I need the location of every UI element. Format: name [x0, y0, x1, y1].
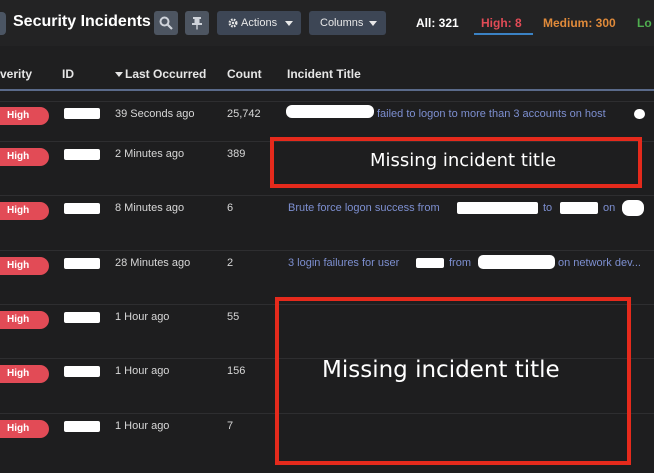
count-cell: 7 — [227, 420, 234, 432]
gear-icon — [228, 18, 238, 28]
columns-dropdown[interactable]: Columns — [309, 11, 386, 35]
incident-title-link[interactable]: to — [543, 202, 552, 214]
redacted-id — [64, 421, 100, 432]
annotation-text: Missing incident title — [370, 150, 557, 171]
redacted-id — [64, 149, 100, 160]
severity-badge: High — [0, 420, 49, 438]
column-header-count[interactable]: Count — [227, 67, 262, 81]
count-cell: 6 — [227, 202, 234, 214]
redacted-text — [457, 202, 538, 214]
last-occurred-cell: 1 Hour ago — [115, 420, 170, 432]
row-divider — [0, 195, 654, 196]
column-header-label: Last Occurred — [125, 67, 207, 81]
row-divider — [0, 250, 654, 251]
page-title: Security Incidents — [13, 13, 151, 30]
incident-title-link[interactable]: failed to logon to more than 3 accounts … — [377, 108, 606, 120]
column-header-last-occurred[interactable]: Last Occurred — [115, 67, 206, 81]
redacted-text — [560, 202, 598, 214]
annotation-text: Missing incident title — [322, 357, 560, 383]
count-cell: 156 — [227, 365, 246, 377]
last-occurred-cell: 39 Seconds ago — [115, 108, 195, 120]
filter-medium[interactable]: Medium: 300 — [543, 16, 616, 30]
count-cell: 55 — [227, 311, 240, 323]
chevron-down-icon — [285, 21, 293, 26]
incident-title-link[interactable]: on — [603, 202, 615, 214]
redacted-id — [64, 312, 100, 323]
severity-badge: High — [0, 202, 49, 220]
severity-badge: High — [0, 257, 49, 275]
redacted-text — [416, 258, 444, 268]
chevron-down-icon — [369, 21, 377, 26]
last-occurred-cell: 8 Minutes ago — [115, 202, 185, 214]
count-cell: 2 — [227, 257, 234, 269]
redacted-id — [64, 203, 100, 214]
last-occurred-cell: 1 Hour ago — [115, 365, 170, 377]
column-header-severity[interactable]: verity — [0, 67, 32, 81]
actions-dropdown[interactable]: Actions — [217, 11, 301, 35]
incident-title-link[interactable]: Brute force logon success from — [288, 202, 440, 214]
redacted-id — [64, 258, 100, 269]
search-button[interactable] — [154, 11, 178, 35]
severity-badge: High — [0, 365, 49, 383]
redacted-id — [64, 108, 100, 119]
header-divider — [0, 89, 654, 91]
severity-badge: High — [0, 311, 49, 329]
incident-title-link[interactable]: on network dev... — [558, 257, 641, 269]
filter-all[interactable]: All: 321 — [416, 16, 459, 30]
redacted-text — [634, 109, 645, 119]
redacted-text — [478, 255, 555, 269]
pin-icon — [192, 17, 202, 30]
last-occurred-cell: 28 Minutes ago — [115, 257, 191, 269]
pin-button[interactable] — [185, 11, 209, 35]
count-cell: 389 — [227, 148, 246, 160]
filter-high[interactable]: High: 8 — [481, 16, 522, 30]
incident-title-link[interactable]: 3 login failures for user — [288, 257, 399, 269]
search-icon — [159, 16, 173, 30]
redacted-id — [64, 366, 100, 377]
last-occurred-cell: 2 Minutes ago — [115, 148, 185, 160]
column-header-id[interactable]: ID — [62, 67, 74, 81]
severity-badge: High — [0, 148, 49, 166]
sort-desc-icon — [115, 72, 123, 78]
actions-label: Actions — [241, 17, 278, 29]
redacted-text — [286, 105, 374, 118]
count-cell: 25,742 — [227, 108, 261, 120]
redacted-text — [622, 200, 644, 216]
columns-label: Columns — [320, 17, 364, 29]
sidebar-toggle-button[interactable] — [0, 12, 6, 35]
severity-badge: High — [0, 107, 49, 125]
last-occurred-cell: 1 Hour ago — [115, 311, 170, 323]
filter-low[interactable]: Lo — [637, 16, 652, 30]
row-divider — [0, 101, 654, 102]
column-header-incident-title[interactable]: Incident Title — [287, 67, 361, 81]
active-filter-indicator — [474, 33, 533, 35]
incident-title-link[interactable]: from — [449, 257, 471, 269]
